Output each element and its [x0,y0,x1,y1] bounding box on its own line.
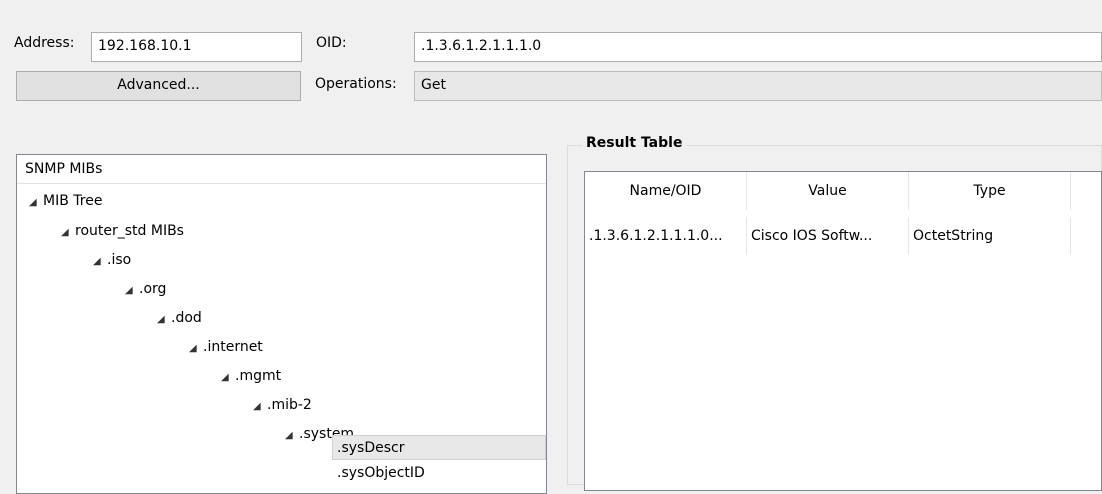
expanded-triangle-icon[interactable]: ◢ [61,220,75,245]
tree-node-label: .mib-2 [267,397,312,413]
tree-node-label: .org [139,281,167,297]
advanced-button[interactable]: Advanced... [16,71,301,101]
tree-node-label: .dod [171,310,202,326]
tree-node-internet[interactable]: ◢ .internet [189,335,263,360]
tree-node-mgmt[interactable]: ◢ .mgmt [221,364,281,389]
tree-node-label: MIB Tree [43,193,103,209]
cell-type: OctetString [909,217,1071,255]
expanded-triangle-icon[interactable]: ◢ [93,249,107,274]
expanded-triangle-icon[interactable]: ◢ [221,365,235,390]
address-label: Address: [14,35,75,51]
expanded-triangle-icon[interactable]: ◢ [125,278,139,303]
tree-node-mib-2[interactable]: ◢ .mib-2 [253,393,312,418]
table-row[interactable]: .1.3.6.1.2.1.1.1.0... Cisco IOS Softw...… [585,217,1101,255]
tree-node-label: .sysObjectID [337,465,425,481]
mib-panel-header: SNMP MIBs [17,155,546,184]
result-title: Result Table [582,135,687,151]
expanded-triangle-icon[interactable]: ◢ [253,394,267,419]
expanded-triangle-icon[interactable]: ◢ [285,423,299,448]
column-header-value[interactable]: Value [747,172,909,210]
expanded-triangle-icon[interactable]: ◢ [29,190,43,215]
tree-node-sysobjectid[interactable]: .sysObjectID [337,461,425,486]
tree-node-label: .mgmt [235,368,282,384]
tree-node-label: .iso [107,252,132,268]
cell-value: Cisco IOS Softw... [747,217,909,255]
cell-oid: .1.3.6.1.2.1.1.1.0... [585,217,747,255]
address-field[interactable]: 192.168.10.1 [91,32,302,62]
column-header-name-oid[interactable]: Name/OID [585,172,747,210]
table-header-row: Name/OID Value Type [585,172,1101,210]
operations-select[interactable]: Get [414,71,1102,101]
tree-node-iso[interactable]: ◢ .iso [93,248,131,273]
tree-node-org[interactable]: ◢ .org [125,277,166,302]
tree-node-label: .internet [203,339,263,355]
tree-node-mib-tree[interactable]: ◢ MIB Tree [29,189,102,214]
tree-node-label: .sysDescr [337,440,405,456]
expanded-triangle-icon[interactable]: ◢ [189,336,203,361]
column-header-type[interactable]: Type [909,172,1071,210]
oid-field[interactable]: .1.3.6.1.2.1.1.1.0 [414,32,1102,62]
result-table: Name/OID Value Type .1.3.6.1.2.1.1.1.0..… [584,171,1102,491]
expanded-triangle-icon[interactable]: ◢ [157,307,171,332]
tree-node-label: router_std MIBs [75,223,184,239]
mib-panel: SNMP MIBs ◢ MIB Tree ◢ router_std MIBs ◢ .i… [16,154,547,494]
tree-node-sysdescr[interactable]: .sysDescr [332,435,546,460]
operations-label: Operations: [315,76,397,92]
tree-node-router-std-mibs[interactable]: ◢ router_std MIBs [61,219,184,244]
oid-label: OID: [316,35,347,51]
tree-node-dod[interactable]: ◢ .dod [157,306,202,331]
